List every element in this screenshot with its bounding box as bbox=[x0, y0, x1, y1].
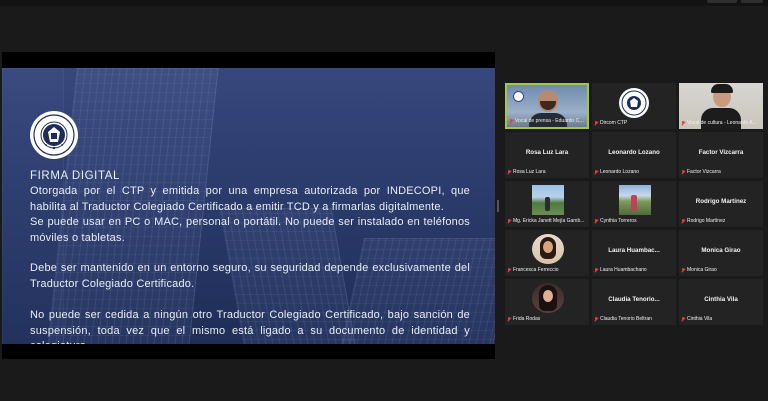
face-graphic bbox=[543, 241, 553, 253]
split-view-handle[interactable] bbox=[497, 200, 499, 212]
muted-mic-icon bbox=[681, 218, 685, 224]
participant-caption: Frida Rodas bbox=[507, 315, 587, 323]
participant-caption: Leonardo Lozano bbox=[594, 168, 674, 176]
participant-caption: Vocal de cultura - Leonardo A... bbox=[681, 119, 761, 127]
muted-mic-icon bbox=[681, 316, 685, 322]
ctp-seal-logo bbox=[30, 111, 78, 159]
participant-tile[interactable]: Mg. Ericka Janett Mejía Gamb... bbox=[505, 181, 589, 227]
participant-caption-text: Claudia Tenorio Beltran bbox=[600, 316, 652, 322]
presentation-slide: FIRMA DIGITAL Otorgada por el CTP y emit… bbox=[2, 68, 495, 344]
muted-mic-icon bbox=[681, 120, 685, 126]
participant-caption: Cinthia Vila bbox=[681, 315, 761, 323]
participant-caption: Vocal de prensa - Eduardo Cast... bbox=[509, 117, 585, 125]
profile-photo bbox=[619, 185, 651, 215]
participant-caption-text: Laura Huambachano bbox=[600, 267, 647, 273]
badge-icon bbox=[513, 91, 524, 102]
participant-caption-text: Mg. Ericka Janett Mejía Gamb... bbox=[513, 218, 585, 224]
slide-title: FIRMA DIGITAL bbox=[30, 170, 121, 182]
participant-caption: Rosa Luz Lara bbox=[507, 168, 587, 176]
participant-caption-text: Rosa Luz Lara bbox=[513, 169, 546, 175]
ctp-logo-icon bbox=[619, 88, 649, 118]
person-graphic bbox=[631, 195, 637, 211]
profile-photo bbox=[532, 234, 564, 264]
participant-caption: Factor Vizcarra bbox=[681, 168, 761, 176]
participant-tile[interactable]: Cynthia Torreros bbox=[592, 181, 676, 227]
muted-mic-icon bbox=[681, 267, 685, 273]
muted-mic-icon bbox=[594, 120, 598, 126]
participant-caption: Monica Girao bbox=[681, 266, 761, 274]
participant-caption-text: Cynthia Torreros bbox=[600, 218, 637, 224]
meeting-top-bar bbox=[0, 0, 768, 6]
slide-paragraph: Otorgada por el CTP y emitida por una em… bbox=[30, 184, 470, 246]
person-graphic bbox=[545, 197, 550, 211]
muted-mic-icon bbox=[594, 169, 598, 175]
participant-tile[interactable]: Vocal de prensa - Eduardo Cast... bbox=[505, 83, 589, 129]
muted-mic-icon bbox=[507, 218, 511, 224]
participant-caption: Dircom CTP bbox=[594, 119, 674, 127]
participant-caption: Laura Huambachano bbox=[594, 266, 674, 274]
participant-caption: Claudia Tenorio Beltran bbox=[594, 315, 674, 323]
shared-screen: FIRMA DIGITAL Otorgada por el CTP y emit… bbox=[2, 52, 495, 359]
participant-tile[interactable]: Dircom CTP bbox=[592, 83, 676, 129]
participant-tile[interactable]: Vocal de cultura - Leonardo A... bbox=[679, 83, 763, 129]
muted-mic-icon bbox=[507, 169, 511, 175]
participant-caption-text: Francesca Ferreccio bbox=[513, 267, 559, 273]
participant-caption-text: Factor Vizcarra bbox=[687, 169, 721, 175]
muted-mic-icon bbox=[594, 316, 598, 322]
participant-tile[interactable]: Laura Huambac... Laura Huambachano bbox=[592, 230, 676, 276]
view-control[interactable] bbox=[707, 0, 737, 3]
participant-caption-text: Vocal de prensa - Eduardo Cast... bbox=[515, 118, 585, 124]
profile-photo bbox=[532, 185, 564, 215]
participant-caption-text: Dircom CTP bbox=[600, 120, 628, 126]
window-control[interactable] bbox=[741, 0, 763, 3]
participant-caption: Cynthia Torreros bbox=[594, 217, 674, 225]
hair-graphic bbox=[711, 84, 733, 93]
participant-caption: Francesca Ferreccio bbox=[507, 266, 587, 274]
muted-mic-icon bbox=[594, 218, 598, 224]
participant-caption-text: Cinthia Vila bbox=[687, 316, 713, 322]
participant-tile[interactable]: Factor Vizcarra Factor Vizcarra bbox=[679, 132, 763, 178]
muted-mic-icon bbox=[507, 316, 511, 322]
participant-tile[interactable]: Rosa Luz Lara Rosa Luz Lara bbox=[505, 132, 589, 178]
participant-caption-text: Leonardo Lozano bbox=[600, 169, 639, 175]
participant-tile[interactable]: Frida Rodas bbox=[505, 279, 589, 325]
participant-caption-text: Frida Rodas bbox=[513, 316, 541, 322]
profile-photo bbox=[532, 283, 564, 313]
participant-caption-text: Rodrigo Martínez bbox=[687, 218, 726, 224]
muted-mic-icon bbox=[507, 267, 511, 273]
face-graphic bbox=[543, 290, 553, 302]
participant-tile[interactable]: Rodrigo Martínez Rodrigo Martínez bbox=[679, 181, 763, 227]
participant-caption: Rodrigo Martínez bbox=[681, 217, 761, 225]
slide-paragraph: Debe ser mantenido en un entorno seguro,… bbox=[30, 262, 470, 290]
participant-caption: Mg. Ericka Janett Mejía Gamb... bbox=[507, 217, 587, 225]
participant-tile[interactable]: Leonardo Lozano Leonardo Lozano bbox=[592, 132, 676, 178]
muted-mic-icon bbox=[681, 169, 685, 175]
participant-tile[interactable]: Francesca Ferreccio bbox=[505, 230, 589, 276]
participant-tile[interactable]: Cinthia Vila Cinthia Vila bbox=[679, 279, 763, 325]
muted-mic-icon bbox=[594, 267, 598, 273]
participant-tile[interactable]: Claudia Tenorio... Claudia Tenorio Beltr… bbox=[592, 279, 676, 325]
muted-mic-icon bbox=[509, 118, 513, 124]
slide-paragraph: No puede ser cedida a ningún otro Traduc… bbox=[30, 309, 470, 344]
slide-paragraph-text: Se puede usar en PC o MAC, personal o po… bbox=[30, 216, 470, 244]
slide-paragraph-text: Otorgada por el CTP y emitida por una em… bbox=[30, 185, 470, 213]
participant-caption-text: Vocal de cultura - Leonardo A... bbox=[687, 120, 757, 126]
participant-tile[interactable]: Monica Girao Monica Girao bbox=[679, 230, 763, 276]
participant-caption-text: Monica Girao bbox=[687, 267, 717, 273]
